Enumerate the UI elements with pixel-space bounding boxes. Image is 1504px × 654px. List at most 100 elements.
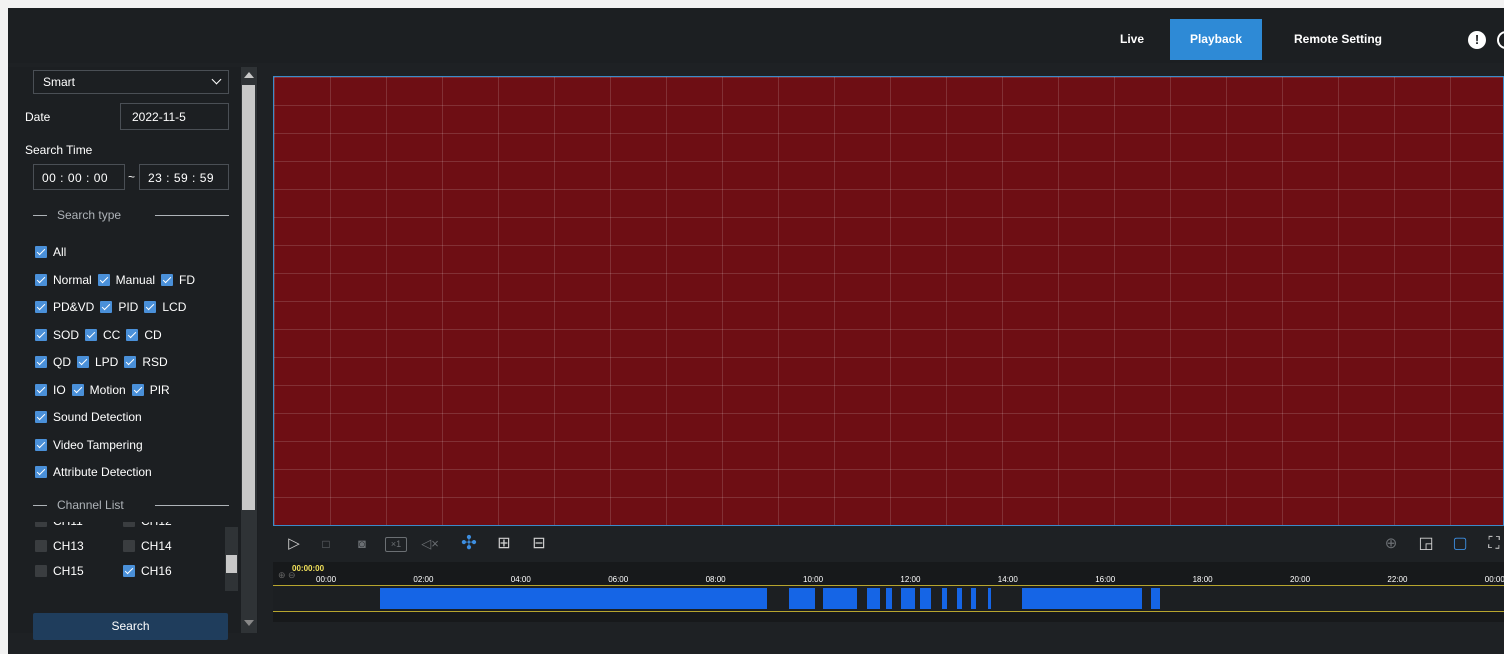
timeline-tick-label: 16:00 xyxy=(1095,575,1116,584)
search-type-checkbox[interactable]: FD xyxy=(161,273,195,287)
search-type-row: Normal Manual FD xyxy=(35,273,201,289)
checkbox-icon xyxy=(35,246,47,258)
tab-live[interactable]: Live xyxy=(1102,19,1162,60)
recording-segment[interactable] xyxy=(988,588,991,609)
recording-segment[interactable] xyxy=(920,588,932,609)
search-type-row: Attribute Detection xyxy=(35,465,158,481)
channel-list-scrollbar[interactable] xyxy=(225,527,238,591)
search-mode-select[interactable]: Smart xyxy=(33,70,229,94)
search-type-checkbox[interactable]: PIR xyxy=(131,383,170,397)
channel-checkbox-ch14[interactable]: CH14 xyxy=(123,539,172,553)
recording-segment[interactable] xyxy=(886,588,892,609)
search-type-checkbox[interactable]: Normal xyxy=(35,273,92,287)
search-type-checkbox[interactable]: RSD xyxy=(124,355,168,369)
checkbox-icon xyxy=(161,273,174,286)
tab-remote-setting[interactable]: Remote Setting xyxy=(1273,19,1403,60)
stop-icon[interactable]: □ xyxy=(317,534,335,554)
date-label: Date xyxy=(25,110,51,124)
checkbox-icon xyxy=(97,273,110,286)
checkbox-icon xyxy=(35,466,47,478)
date-field[interactable]: 2022-11-5 xyxy=(120,103,229,130)
fullscreen-icon[interactable]: ⛶ xyxy=(1484,534,1504,554)
delete-icon[interactable]: ⊟ xyxy=(529,534,549,554)
search-type-checkbox[interactable]: SOD xyxy=(35,328,79,342)
video-playback-panel[interactable] xyxy=(273,76,1504,526)
search-type-label: Sound Detection xyxy=(53,410,142,424)
search-type-checkbox[interactable]: Motion xyxy=(71,383,126,397)
recording-segment[interactable] xyxy=(788,588,816,609)
search-type-checkbox[interactable]: PID xyxy=(100,300,138,314)
zoom-in-icon[interactable]: ⊕ xyxy=(1381,534,1401,554)
power-icon[interactable] xyxy=(1497,31,1504,49)
recording-segment[interactable] xyxy=(942,588,947,609)
search-type-checkbox[interactable]: Attribute Detection xyxy=(35,465,152,479)
window-icon[interactable]: ◲ xyxy=(1416,534,1436,554)
timeline-track[interactable] xyxy=(273,585,1504,612)
search-type-checkbox[interactable]: PD&VD xyxy=(35,300,94,314)
search-type-checkbox[interactable]: LCD xyxy=(144,300,186,314)
tab-playback[interactable]: Playback xyxy=(1170,19,1262,60)
channel-checkbox-ch16[interactable]: CH16 xyxy=(123,564,172,578)
recording-segment[interactable] xyxy=(379,588,767,609)
scroll-up-arrow-icon[interactable] xyxy=(244,72,254,78)
recording-segment[interactable] xyxy=(900,588,916,609)
mute-icon[interactable]: ◁× xyxy=(420,534,440,554)
channel-checkbox-ch11[interactable]: CH11 xyxy=(35,522,83,528)
scroll-down-arrow-icon[interactable] xyxy=(244,620,254,626)
top-nav-bar: Live Playback Remote Setting ! xyxy=(8,8,1504,63)
recording-timeline[interactable]: ⊕ ⊖ 00:00:00 00:00 02:00 04:00 06:00 08:00 10… xyxy=(273,562,1504,622)
channel-checkbox-ch15[interactable]: CH15 xyxy=(35,564,84,578)
snapshot-icon[interactable]: ◙ xyxy=(352,534,372,554)
channel-checkbox-ch12[interactable]: CH12 xyxy=(123,522,172,528)
channel-checkbox-ch13[interactable]: CH13 xyxy=(35,539,84,553)
fisheye-icon[interactable]: ✣ xyxy=(457,534,481,554)
search-type-checkbox[interactable]: QD xyxy=(35,355,71,369)
recording-segment[interactable] xyxy=(956,588,962,609)
end-time-field[interactable]: 23 : 59 : 59 xyxy=(139,164,229,190)
timeline-zoom-in-icon[interactable]: ⊕ xyxy=(278,570,286,581)
play-icon[interactable]: ▷ xyxy=(285,534,303,554)
recording-segment[interactable] xyxy=(971,588,977,609)
checkbox-icon xyxy=(100,301,113,313)
checkbox-icon xyxy=(35,301,47,313)
checkbox-icon xyxy=(126,328,139,341)
channel-scroll-thumb[interactable] xyxy=(226,555,237,573)
sidebar-scrollbar[interactable] xyxy=(241,67,257,633)
checkbox-icon xyxy=(35,522,47,527)
checkbox-icon xyxy=(35,328,47,341)
search-type-checkbox[interactable]: CC xyxy=(85,328,120,342)
channel-list-header: Channel List xyxy=(33,498,229,512)
checkbox-icon xyxy=(123,565,135,577)
search-type-checkbox[interactable]: Manual xyxy=(97,273,155,287)
search-type-checkbox[interactable]: IO xyxy=(35,383,66,397)
search-time-label: Search Time xyxy=(25,143,93,157)
search-type-checkbox[interactable]: CD xyxy=(126,328,162,342)
clip-icon[interactable]: ⊞ xyxy=(493,534,515,554)
single-screen-icon[interactable]: ▢ xyxy=(1450,534,1470,554)
search-type-label: Video Tampering xyxy=(53,437,143,452)
speed-x1-icon[interactable]: ×1 xyxy=(385,537,407,552)
recording-segment[interactable] xyxy=(1151,588,1160,609)
channel-list: CH11 CH12 CH13 CH14 CH15 CH16 xyxy=(25,522,231,602)
recording-segment[interactable] xyxy=(1022,588,1142,609)
search-button[interactable]: Search xyxy=(33,613,228,640)
search-type-checkbox[interactable]: All xyxy=(35,245,66,259)
search-type-checkbox[interactable]: Video Tampering xyxy=(35,438,143,452)
search-type-checkbox[interactable]: Sound Detection xyxy=(35,410,142,424)
search-type-row: Video Tampering xyxy=(35,438,149,454)
alert-icon[interactable]: ! xyxy=(1468,31,1486,49)
timeline-tick-label: 04:00 xyxy=(510,575,531,584)
timeline-tick-label: 12:00 xyxy=(900,575,921,584)
recording-segment[interactable] xyxy=(822,588,857,609)
checkbox-icon xyxy=(77,356,89,368)
sidebar-scroll-thumb[interactable] xyxy=(242,85,255,510)
checkbox-icon xyxy=(35,540,47,552)
time-separator: ~ xyxy=(128,170,136,184)
checkbox-icon xyxy=(35,565,47,577)
search-type-checkbox[interactable]: LPD xyxy=(77,355,118,369)
search-mode-value: Smart xyxy=(43,75,76,89)
start-time-field[interactable]: 00 : 00 : 00 xyxy=(33,164,125,190)
timeline-tick-label: 00:00 xyxy=(1484,575,1504,584)
current-time-marker: 00:00:00 xyxy=(292,564,325,573)
recording-segment[interactable] xyxy=(866,588,881,609)
